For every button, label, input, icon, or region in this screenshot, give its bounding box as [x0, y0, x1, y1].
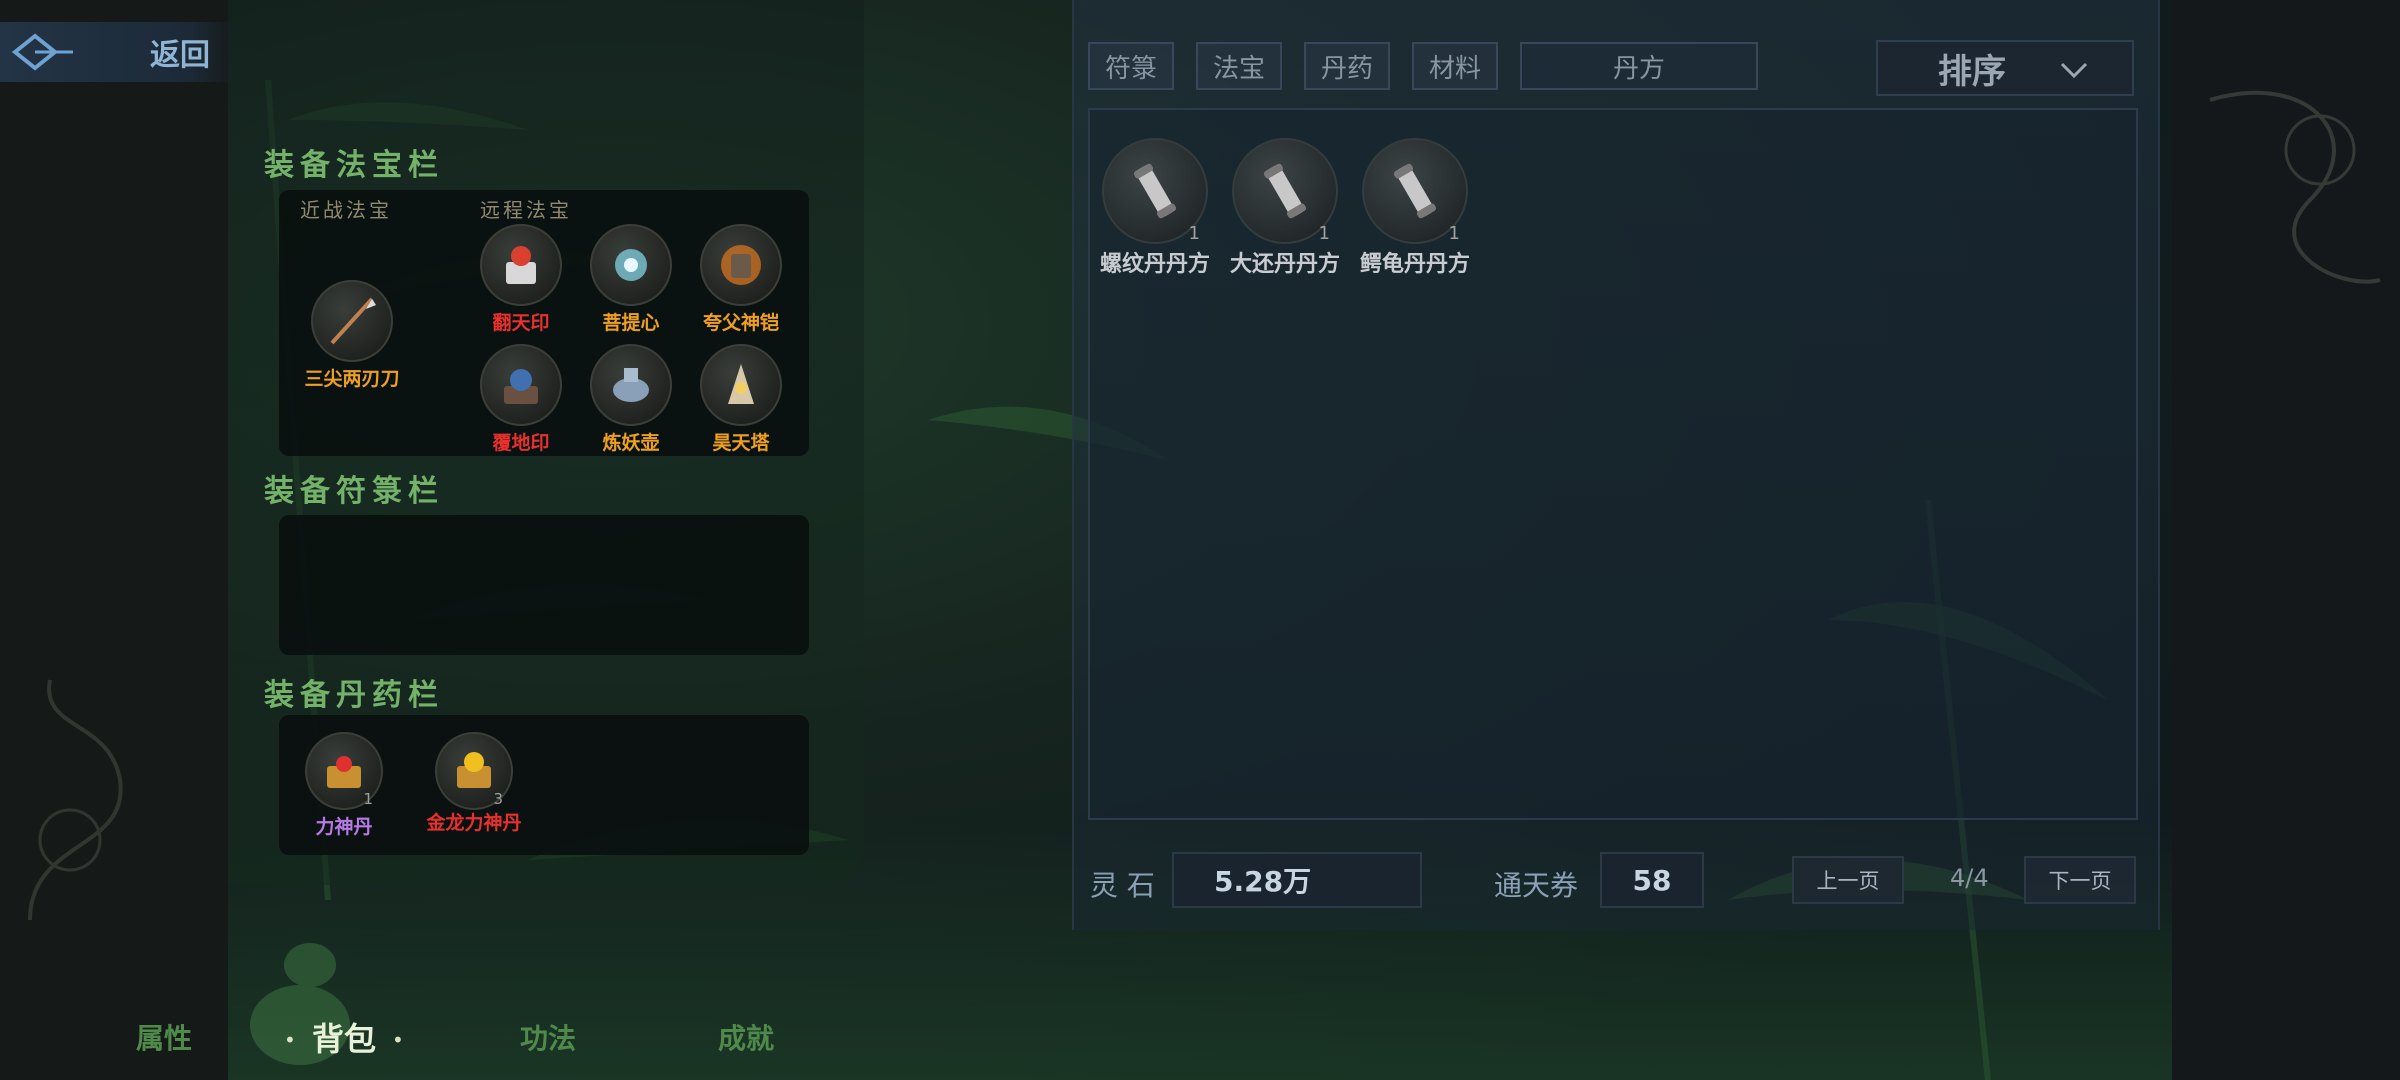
back-arrow-icon[interactable] — [0, 22, 80, 82]
ranged-treasure-name: 昊天塔 — [712, 432, 770, 454]
ranged-treasure-slot[interactable]: 翻天印 — [479, 224, 563, 335]
item-name: 螺纹丹丹方 — [1099, 252, 1210, 277]
pill-name: 力神丹 — [315, 816, 373, 838]
pill-slot[interactable]: 1 力神丹 — [302, 732, 386, 839]
nav-active-dot-right: • — [392, 1028, 404, 1052]
talisman-section-title: 装备符箓栏 — [264, 474, 444, 509]
item-name: 大还丹丹方 — [1229, 252, 1340, 277]
ranged-treasure-name: 菩提心 — [602, 312, 660, 334]
pill-count: 3 — [493, 790, 503, 808]
tab-recipe[interactable]: 丹方 — [1520, 42, 1758, 90]
ticket-value: 58 — [1600, 852, 1704, 908]
item-count: 1 — [1318, 223, 1330, 244]
ranged-treasure-slot[interactable]: 菩提心 — [589, 224, 673, 335]
scroll-icon: 1 — [1232, 138, 1338, 244]
spirit-stone-label: 灵 石 — [1090, 869, 1155, 902]
inventory-item[interactable]: 1 鳄龟丹丹方 — [1350, 138, 1480, 278]
demon-pot-icon — [590, 344, 672, 426]
nav-achievements[interactable]: 成就 — [718, 1017, 774, 1057]
ranged-treasure-slot[interactable]: 炼妖壶 — [589, 344, 673, 455]
pill-count: 1 — [363, 790, 373, 808]
melee-label: 近战法宝 — [300, 198, 392, 222]
pagoda-icon — [700, 344, 782, 426]
sort-dropdown[interactable]: 排序 — [1876, 40, 2134, 96]
tab-treasure[interactable]: 法宝 — [1196, 42, 1282, 90]
item-count: 1 — [1448, 223, 1460, 244]
ranged-treasure-slot[interactable]: 夸父神铠 — [699, 224, 783, 335]
spirit-stone-value: 5.28万 — [1172, 852, 1422, 908]
bodhi-heart-icon — [590, 224, 672, 306]
earth-seal-icon — [480, 344, 562, 426]
inventory-item[interactable]: 1 螺纹丹丹方 — [1090, 138, 1220, 278]
nav-attributes[interactable]: 属性 — [136, 1017, 192, 1057]
ticket-label: 通天券 — [1494, 869, 1579, 902]
talisman-slots-box[interactable] — [279, 515, 809, 655]
tab-material[interactable]: 材料 — [1412, 42, 1498, 90]
chevron-down-icon — [2060, 62, 2088, 79]
item-name: 鳄龟丹丹方 — [1359, 252, 1470, 277]
ranged-treasure-name: 炼妖壶 — [602, 432, 660, 454]
scroll-icon: 1 — [1102, 138, 1208, 244]
ranged-label: 远程法宝 — [480, 198, 572, 222]
inventory-item[interactable]: 1 大还丹丹方 — [1220, 138, 1350, 278]
treasure-chest-icon: 3 — [435, 732, 513, 810]
pill-name: 金龙力神丹 — [426, 812, 522, 834]
tab-talisman[interactable]: 符箓 — [1088, 42, 1174, 90]
next-page-button[interactable]: 下一页 — [2024, 856, 2136, 904]
seal-icon — [480, 224, 562, 306]
sort-label: 排序 — [1938, 51, 2006, 92]
ranged-treasure-name: 翻天印 — [492, 312, 550, 334]
item-count: 1 — [1188, 223, 1200, 244]
tab-pill[interactable]: 丹药 — [1304, 42, 1390, 90]
ranged-treasure-slot[interactable]: 昊天塔 — [699, 344, 783, 455]
melee-treasure-slot[interactable]: 三尖两刃刀 — [304, 280, 400, 391]
treasure-section-title: 装备法宝栏 — [264, 148, 444, 183]
ranged-treasure-slot[interactable]: 覆地印 — [479, 344, 563, 455]
pill-section-title: 装备丹药栏 — [264, 678, 444, 713]
treasure-chest-icon: 1 — [305, 732, 383, 810]
page-indicator: 4/4 — [1950, 864, 1989, 892]
cloud-scroll-ornament-left — [28, 679, 123, 921]
pill-slot[interactable]: 3 金龙力神丹 — [426, 732, 522, 834]
dragon-ornament-right — [2209, 90, 2381, 284]
scroll-icon: 1 — [1362, 138, 1468, 244]
nav-backpack[interactable]: 背包 — [312, 1014, 376, 1060]
back-bar[interactable]: 返回 — [0, 22, 236, 82]
ranged-treasure-name: 夸父神铠 — [702, 312, 779, 334]
trident-blade-icon — [311, 280, 393, 362]
nav-active-dot-left: • — [284, 1028, 296, 1052]
back-label[interactable]: 返回 — [150, 30, 210, 74]
armor-icon — [700, 224, 782, 306]
melee-treasure-name: 三尖两刃刀 — [304, 368, 400, 390]
prev-page-button[interactable]: 上一页 — [1792, 856, 1904, 904]
ranged-treasure-name: 覆地印 — [492, 432, 550, 454]
nav-skills[interactable]: 功法 — [520, 1017, 576, 1057]
